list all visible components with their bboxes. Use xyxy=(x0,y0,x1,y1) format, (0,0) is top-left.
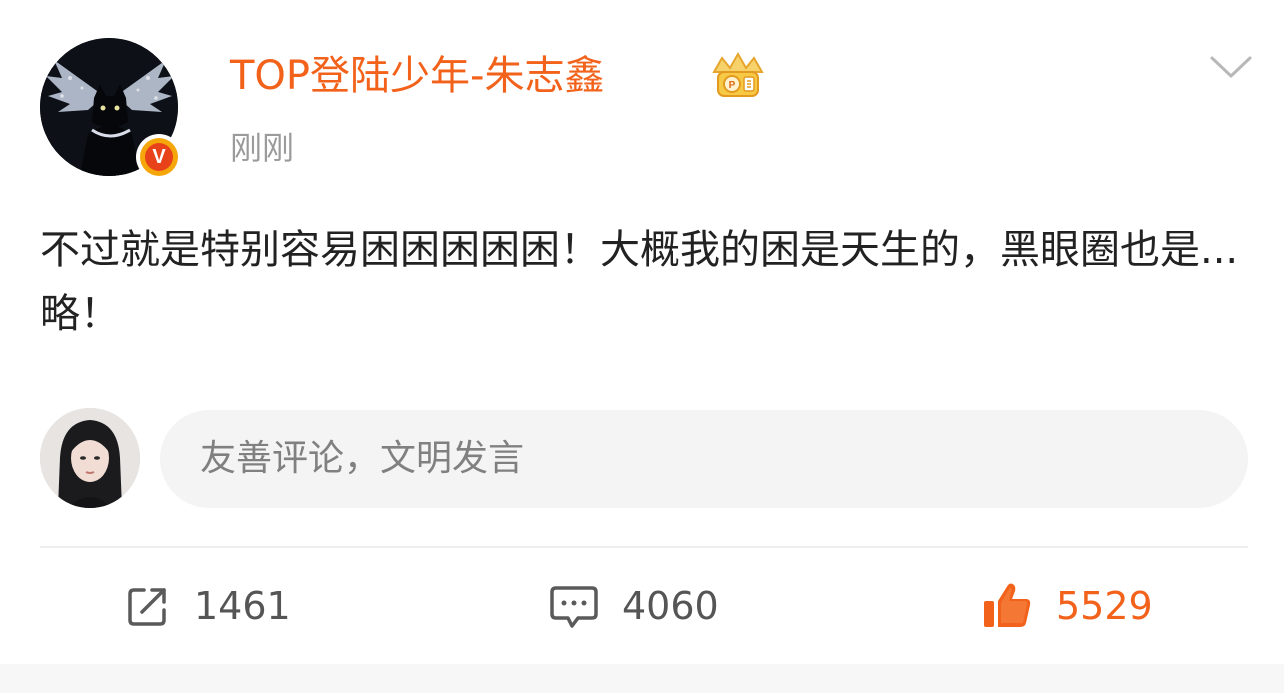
post-timestamp: 刚刚 xyxy=(230,129,295,167)
comment-icon xyxy=(550,586,598,628)
weibo-post-card: V TOP登陆少年-朱志鑫 P 刚刚 不过就是特别容易困困困困困！大概我的困是天… xyxy=(0,0,1284,693)
post-text: 不过就是特别容易困困困困困！大概我的困是天生的，黑眼圈也是...略！ xyxy=(40,227,1239,337)
chevron-down-icon[interactable] xyxy=(1208,52,1254,82)
crown-badge-icon: P xyxy=(712,51,764,97)
like-count: 5529 xyxy=(1056,584,1153,628)
share-icon xyxy=(128,588,166,626)
svg-text:P: P xyxy=(729,80,736,91)
verified-v-icon: V xyxy=(136,134,182,180)
repost-count: 1461 xyxy=(194,584,291,628)
bottom-separator xyxy=(0,664,1284,693)
current-user-avatar[interactable] xyxy=(40,408,140,508)
comment-placeholder: 友善评论，文明发言 xyxy=(200,438,525,479)
divider xyxy=(40,546,1248,548)
author-name[interactable]: TOP登陆少年-朱志鑫 xyxy=(230,50,604,102)
user-portrait-image xyxy=(40,408,140,508)
thumbs-up-icon xyxy=(984,583,1031,627)
repost-button[interactable]: 1461 xyxy=(124,578,291,634)
comment-input[interactable]: 友善评论，文明发言 xyxy=(160,410,1248,508)
like-button[interactable]: 5529 xyxy=(980,578,1153,634)
comment-count: 4060 xyxy=(622,584,719,628)
comment-button[interactable]: 4060 xyxy=(548,578,719,634)
